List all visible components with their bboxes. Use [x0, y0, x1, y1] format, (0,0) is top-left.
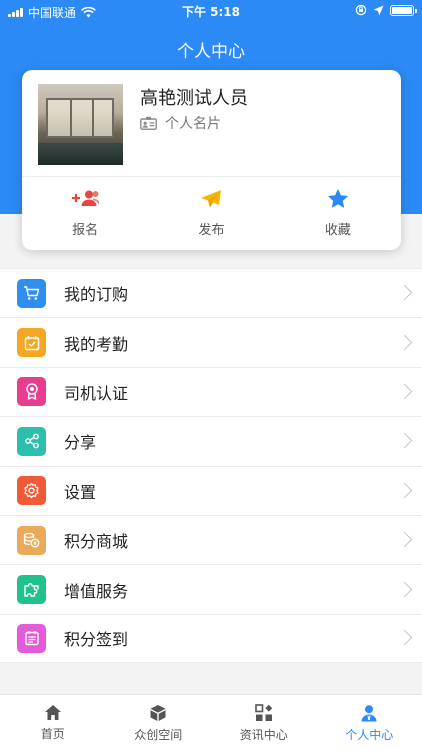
user-icon: [361, 705, 377, 722]
profile-card[interactable]: 高艳测试人员 个人名片 报名 发布 收藏: [22, 70, 401, 250]
location-icon: [373, 5, 384, 15]
home-icon: [44, 705, 61, 720]
cube-icon: [150, 705, 166, 721]
id-card-icon: [140, 116, 157, 130]
avatar[interactable]: [38, 84, 123, 165]
menu-label: 我的订购: [64, 285, 129, 305]
chevron-right-icon: [396, 284, 413, 301]
tab-label: 资讯中心: [239, 728, 288, 742]
business-card-link[interactable]: 个人名片: [140, 113, 221, 133]
menu-item-points-checkin[interactable]: 积分签到: [0, 613, 422, 664]
badge-icon: [17, 377, 46, 407]
action-publish[interactable]: 发布: [148, 176, 274, 250]
action-label: 发布: [198, 223, 225, 238]
puzzle-icon: [17, 575, 46, 605]
cart-icon: [17, 278, 46, 308]
star-icon: [328, 189, 348, 208]
menu-item-settings[interactable]: 设置: [0, 465, 422, 515]
grid-icon: [254, 704, 272, 721]
add-users-icon: [72, 190, 100, 206]
page-title: 个人中心: [177, 42, 245, 62]
profile-name: 高艳测试人员: [140, 88, 248, 109]
chevron-right-icon: [396, 531, 413, 548]
menu-list: 我的订购 我的考勤 司机认证 分享 设置 积分商城 增值服务 积分签到: [0, 268, 422, 664]
card-label: 个人名片: [165, 116, 221, 132]
tab-home[interactable]: 首页: [0, 695, 106, 750]
paper-plane-icon: [201, 190, 222, 208]
action-signup[interactable]: 报名: [22, 176, 148, 250]
orientation-lock-icon: [355, 4, 367, 16]
menu-label: 增值服务: [64, 581, 129, 601]
action-label: 收藏: [324, 223, 351, 238]
chevron-right-icon: [396, 433, 413, 449]
menu-label: 我的考勤: [64, 334, 129, 354]
gear-icon: [17, 476, 46, 506]
tab-label: 个人中心: [345, 728, 394, 742]
tab-profile[interactable]: 个人中心: [317, 695, 422, 750]
tab-bar: 首页 众创空间 资讯中心 个人中心: [0, 694, 422, 750]
menu-label: 分享: [64, 433, 97, 453]
action-label: 报名: [72, 223, 99, 238]
coins-icon: [17, 525, 46, 555]
menu-label: 司机认证: [64, 383, 129, 403]
battery-icon: [390, 4, 417, 16]
chevron-right-icon: [396, 482, 413, 499]
menu-item-attendance[interactable]: 我的考勤: [0, 317, 422, 366]
chevron-right-icon: [396, 581, 413, 597]
menu-item-points-mall[interactable]: 积分商城: [0, 514, 422, 564]
chevron-right-icon: [396, 383, 413, 400]
checkin-icon: [17, 623, 46, 653]
tab-label: 首页: [40, 727, 65, 741]
status-bar: 中国联通 下午 5:18: [0, 0, 422, 22]
menu-label: 积分签到: [64, 630, 129, 650]
menu-label: 积分商城: [64, 532, 129, 552]
chevron-right-icon: [396, 334, 413, 350]
menu-label: 设置: [64, 482, 97, 502]
quick-actions: 报名 发布 收藏: [22, 176, 401, 250]
calendar-icon: [17, 328, 46, 358]
tab-label: 众创空间: [134, 728, 183, 742]
menu-item-orders[interactable]: 我的订购: [0, 268, 422, 317]
menu-item-driver-certification[interactable]: 司机认证: [0, 366, 422, 416]
tab-news-center[interactable]: 资讯中心: [211, 695, 317, 750]
menu-item-share[interactable]: 分享: [0, 416, 422, 465]
tab-maker-space[interactable]: 众创空间: [106, 695, 212, 750]
menu-item-value-added[interactable]: 增值服务: [0, 564, 422, 613]
action-favorites[interactable]: 收藏: [275, 176, 401, 250]
share-icon: [17, 426, 46, 456]
chevron-right-icon: [396, 630, 413, 646]
